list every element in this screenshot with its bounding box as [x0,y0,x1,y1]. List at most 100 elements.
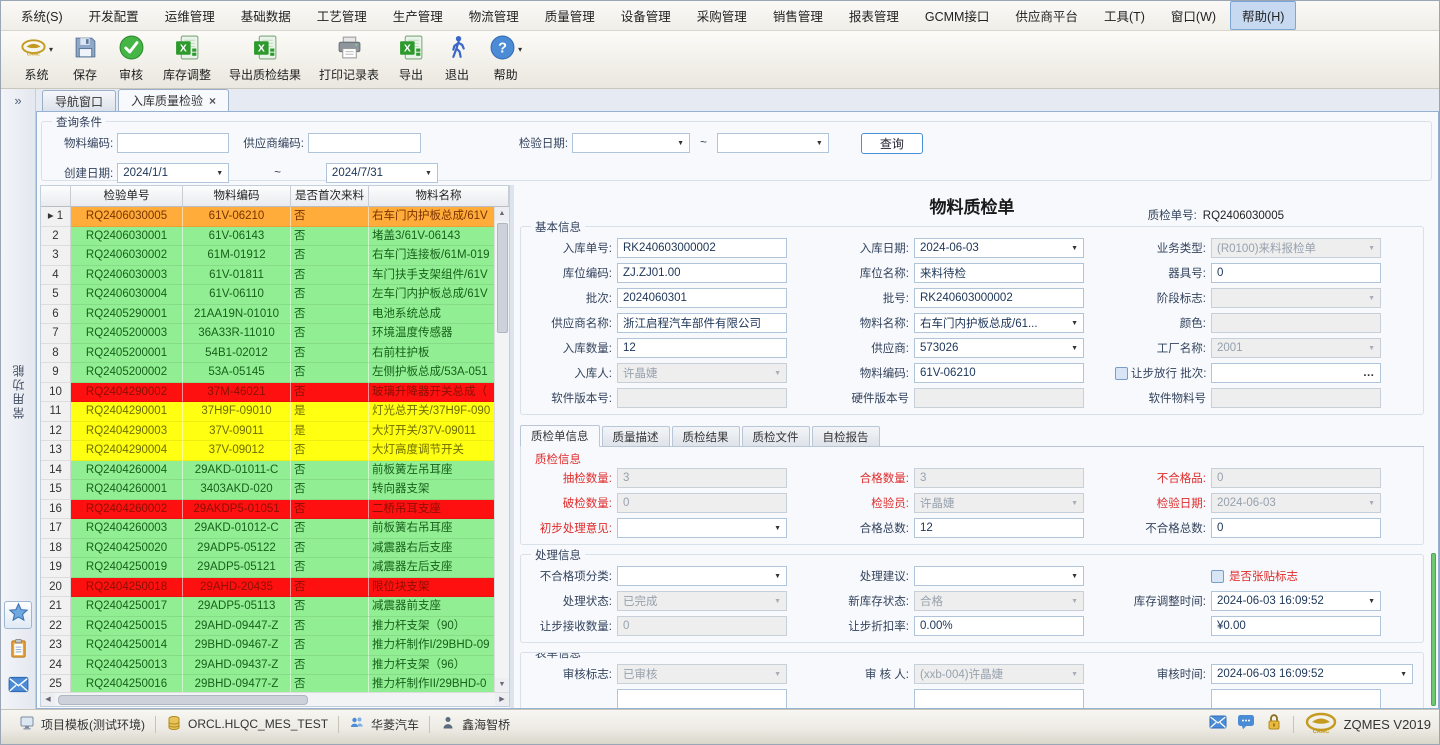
dropdown-arrow-icon[interactable]: ▼ [1067,345,1078,352]
dropdown-arrow-icon[interactable]: ▼ [1067,245,1078,252]
table-row[interactable]: 15RQ24042600013403AKD-020否转向器支架 [41,480,496,500]
table-row[interactable]: 2RQ240603000161V-06143否堵盖3/61V-06143 [41,227,496,247]
material-name-field[interactable]: 右车门内护板总成/61...▼ [914,313,1084,333]
supplier-name-field[interactable]: 浙江启程汽车部件有限公司 [617,313,787,333]
clipboard-button[interactable] [4,637,32,665]
material-code-query-input[interactable] [117,133,229,153]
table-row[interactable]: 21RQ240425001729ADP5-05113否减震器前支座 [41,597,496,617]
dropdown-caret-icon[interactable]: ▾ [518,45,522,54]
column-header[interactable]: 物料名称 [369,186,509,207]
close-tab-icon[interactable]: × [209,94,216,108]
table-row[interactable]: 13RQ240429000437V-09012否大灯高度调节开关 [41,441,496,461]
create-date-to-select[interactable]: 2024/7/31▼ [326,163,438,183]
stock-adjust-time-field[interactable]: 2024-06-03 16:09:52▼ [1211,591,1381,611]
menu-quality-mgmt[interactable]: 质量管理 [533,1,607,30]
table-row[interactable]: 6RQ240529000121AA19N-01010否电池系统总成 [41,305,496,325]
table-row[interactable]: 11RQ240429000137H9F-09010是灯光总开关/37H9F-09… [41,402,496,422]
menu-sales-mgmt[interactable]: 销售管理 [761,1,835,30]
dropdown-arrow-icon[interactable]: ▼ [1396,671,1407,678]
lot-no-field[interactable]: RK240603000002 [914,288,1084,308]
menu-production-mgmt[interactable]: 生产管理 [381,1,455,30]
table-row[interactable]: 14RQ240426000429AKD-01011-C否前板簧左吊耳座 [41,461,496,481]
itab-inspect-info[interactable]: 质检单信息 [520,425,600,447]
table-row[interactable]: 4RQ240603000361V-01811否车门扶手支架组件/61V [41,266,496,286]
dropdown-arrow-icon[interactable]: ▼ [1067,320,1078,327]
initial-opinion-field[interactable]: ▼ [617,518,787,538]
tab-navigation[interactable]: 导航窗口 [42,90,116,111]
defect-category-field[interactable]: ▼ [617,566,787,586]
material-code-field[interactable]: 61V-06210 [914,363,1084,383]
menu-process-mgmt[interactable]: 工艺管理 [305,1,379,30]
table-row[interactable]: 18RQ240425002029ADP5-05122否减震器右后支座 [41,539,496,559]
print-record-button[interactable]: 打印记录表 [310,31,388,88]
table-row[interactable]: 19RQ240425001929ADP5-05121否减震器左后支座 [41,558,496,578]
handle-suggestion-field[interactable]: ▼ [914,566,1084,586]
table-row[interactable]: ▸ 1RQ240603000561V-06210否右车门内护板总成/61V [41,207,496,227]
scrollbar-thumb[interactable] [497,223,508,333]
batch-field[interactable]: 2024060301 [617,288,787,308]
inbound-order-no-field[interactable]: RK240603000002 [617,238,787,258]
concession-batch-checkbox[interactable] [1115,367,1128,380]
table-row[interactable]: 17RQ240426000329AKD-01012-C否前板簧右吊耳座 [41,519,496,539]
table-row[interactable]: 16RQ240426000229AKDP5-01051否二桥吊耳支座 [41,500,496,520]
dropdown-arrow-icon[interactable]: ▼ [1364,598,1375,605]
post-label-flag-checkbox[interactable] [1211,570,1224,583]
dropdown-arrow-icon[interactable]: ▼ [1067,573,1078,580]
concession-batch-field[interactable]: … [1211,363,1381,383]
table-row[interactable]: 22RQ240425001529AHD-09447-Z否推力杆支架（90） [41,617,496,637]
ellipsis-button[interactable]: … [1363,367,1376,379]
itab-self-report[interactable]: 自检报告 [812,426,880,446]
scroll-up-icon[interactable]: ▲ [495,207,509,221]
itab-inspect-result[interactable]: 质检结果 [672,426,740,446]
tab-inbound-quality-inspection[interactable]: 入库质量检验× [118,89,229,111]
location-code-field[interactable]: ZJ.ZJ01.00 [617,263,787,283]
table-row[interactable]: 3RQ240603000261M-01912否右车门连接板/61M-019 [41,246,496,266]
dropdown-caret-icon[interactable]: ▾ [49,45,53,54]
clipped-field-3-field[interactable] [1211,689,1381,708]
itab-quality-desc[interactable]: 质量描述 [602,426,670,446]
column-header[interactable]: 是否首次来料 [291,186,369,207]
menu-dev-config[interactable]: 开发配置 [77,1,151,30]
menu-gcmm-interface[interactable]: GCMM接口 [913,1,1002,30]
table-row[interactable]: 10RQ240429000237M-46021否玻璃升降器开关总成（ [41,383,496,403]
messages-button[interactable] [4,673,32,701]
table-row[interactable]: 24RQ240425001329AHD-09437-Z否推力杆支架（96） [41,656,496,676]
supplier-code-query-input[interactable] [308,133,421,153]
menu-help[interactable]: 帮助(H) [1230,1,1296,30]
mail-button[interactable] [1209,713,1227,736]
scroll-down-icon[interactable]: ▼ [495,678,509,692]
menu-equipment-mgmt[interactable]: 设备管理 [609,1,683,30]
table-row[interactable]: 20RQ240425001829AHD-20435否限位块支架 [41,578,496,598]
inbound-date-field[interactable]: 2024-06-03▼ [914,238,1084,258]
audit-time-field[interactable]: 2024-06-03 16:09:52▼ [1211,664,1413,684]
expand-panel-button[interactable]: » [14,93,21,108]
inspect-date-to-select[interactable]: ▼ [717,133,829,153]
total-fail-field[interactable]: 0 [1211,518,1381,538]
clipped-field-1-field[interactable] [617,689,787,708]
lock-button[interactable] [1265,713,1283,736]
favorites-button[interactable] [4,601,32,629]
table-horizontal-scrollbar[interactable]: ◀ ▶ [41,692,509,706]
menu-ops-mgmt[interactable]: 运维管理 [153,1,227,30]
location-name-field[interactable]: 来料待检 [914,263,1084,283]
table-row[interactable]: 12RQ240429000337V-09011是大灯开关/37V-09011 [41,422,496,442]
dropdown-arrow-icon[interactable]: ▼ [770,525,781,532]
menu-purchase-mgmt[interactable]: 采购管理 [685,1,759,30]
table-row[interactable]: 8RQ240520000154B1-02012否右前柱护板 [41,344,496,364]
column-header[interactable]: 检验单号 [71,186,183,207]
form-scroll-indicator[interactable] [1431,553,1436,706]
menu-report-mgmt[interactable]: 报表管理 [837,1,911,30]
scroll-left-icon[interactable]: ◀ [41,693,55,706]
inbound-qty-field[interactable]: 12 [617,338,787,358]
menu-base-data[interactable]: 基础数据 [229,1,303,30]
export-inspect-result-button[interactable]: X导出质检结果 [220,31,310,88]
concession-discount-field[interactable]: 0.00% [914,616,1084,636]
table-row[interactable]: 9RQ240520000253A-05145否左侧护板总成/53A-051 [41,363,496,383]
system-button[interactable]: CAMC▾系统 [11,31,62,88]
save-button[interactable]: 保存 [62,31,108,88]
total-pass-field[interactable]: 12 [914,518,1084,538]
table-row[interactable]: 23RQ240425001429BHD-09467-Z否推力杆制作I/29BHD… [41,636,496,656]
tool-no-field[interactable]: 0 [1211,263,1381,283]
inspect-date-from-select[interactable]: ▼ [572,133,690,153]
dropdown-arrow-icon[interactable]: ▼ [770,573,781,580]
